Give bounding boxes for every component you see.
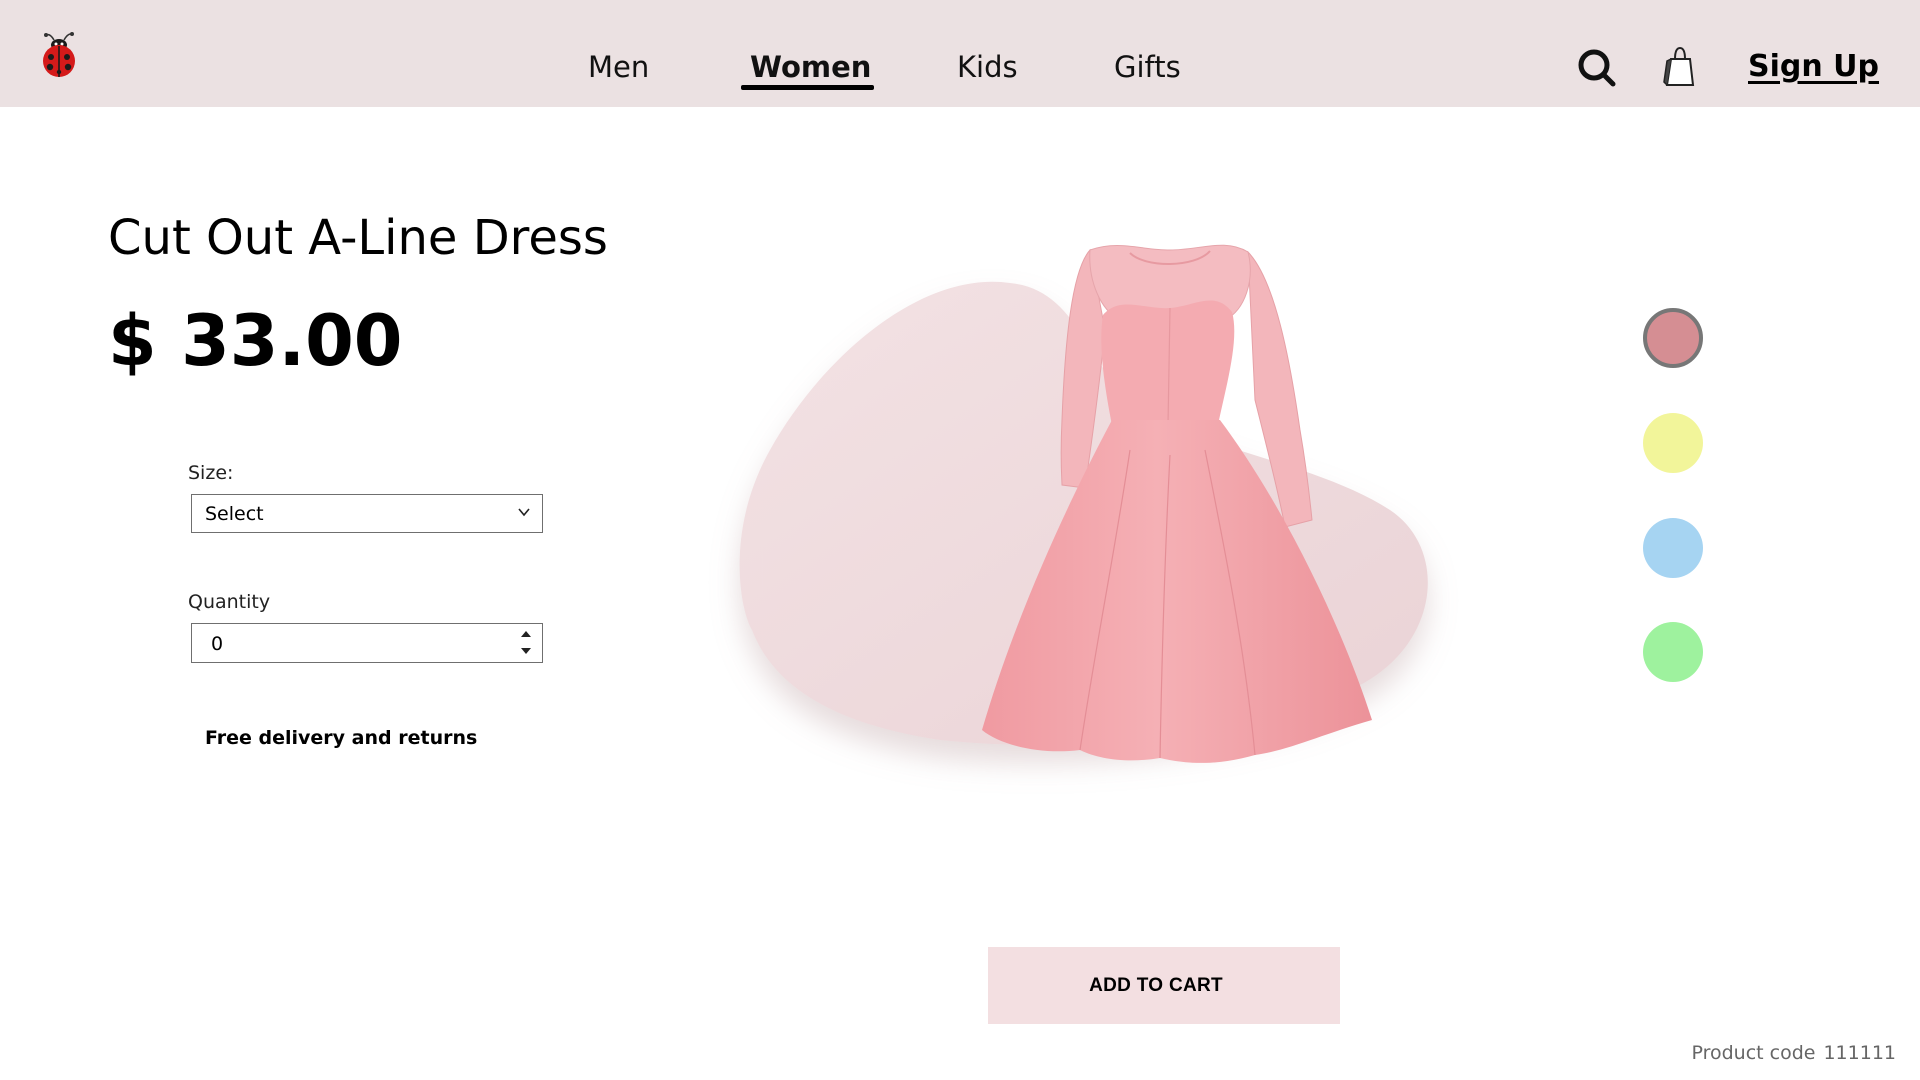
product-image (739, 244, 1428, 763)
color-swatch-yellow[interactable] (1643, 413, 1703, 473)
product-title: Cut Out A-Line Dress (108, 210, 608, 266)
add-to-cart-label: ADD TO CART (1089, 975, 1223, 996)
nav-link-women[interactable]: Women (750, 46, 871, 88)
size-label: Size: (188, 462, 234, 484)
quantity-stepper[interactable]: 0 (191, 623, 543, 663)
color-swatch-rose[interactable] (1643, 308, 1703, 368)
product-page: Men Women Kids Gifts Sign Up Cut Out A-L… (0, 0, 1920, 1080)
color-swatch-blue[interactable] (1643, 518, 1703, 578)
product-code-label: Product code (1691, 1042, 1816, 1064)
size-select-value: Select (205, 503, 264, 525)
quantity-value: 0 (211, 633, 224, 655)
add-to-cart-button[interactable]: ADD TO CART (988, 947, 1340, 1024)
ladybug-icon[interactable] (38, 30, 82, 80)
nav-link-kids[interactable]: Kids (957, 46, 1018, 88)
nav-link-men[interactable]: Men (588, 46, 649, 88)
search-icon[interactable] (1577, 48, 1617, 88)
product-code: Product code 111111 (1691, 1040, 1896, 1066)
quantity-label: Quantity (188, 591, 271, 613)
increment-arrow-icon[interactable] (520, 630, 532, 638)
nav-link-gifts[interactable]: Gifts (1114, 46, 1181, 88)
signup-link[interactable]: Sign Up (1748, 46, 1879, 88)
chevron-down-icon (518, 508, 530, 517)
navbar: Men Women Kids Gifts Sign Up (0, 0, 1920, 107)
color-swatch-green[interactable] (1643, 622, 1703, 682)
shopping-bag-icon[interactable] (1662, 45, 1698, 87)
product-price: $ 33.00 (108, 300, 403, 382)
decrement-arrow-icon[interactable] (520, 647, 532, 655)
delivery-note: Free delivery and returns (205, 727, 478, 749)
active-nav-indicator (741, 85, 874, 90)
size-select[interactable]: Select (191, 494, 543, 533)
product-code-value: 111111 (1823, 1042, 1896, 1064)
